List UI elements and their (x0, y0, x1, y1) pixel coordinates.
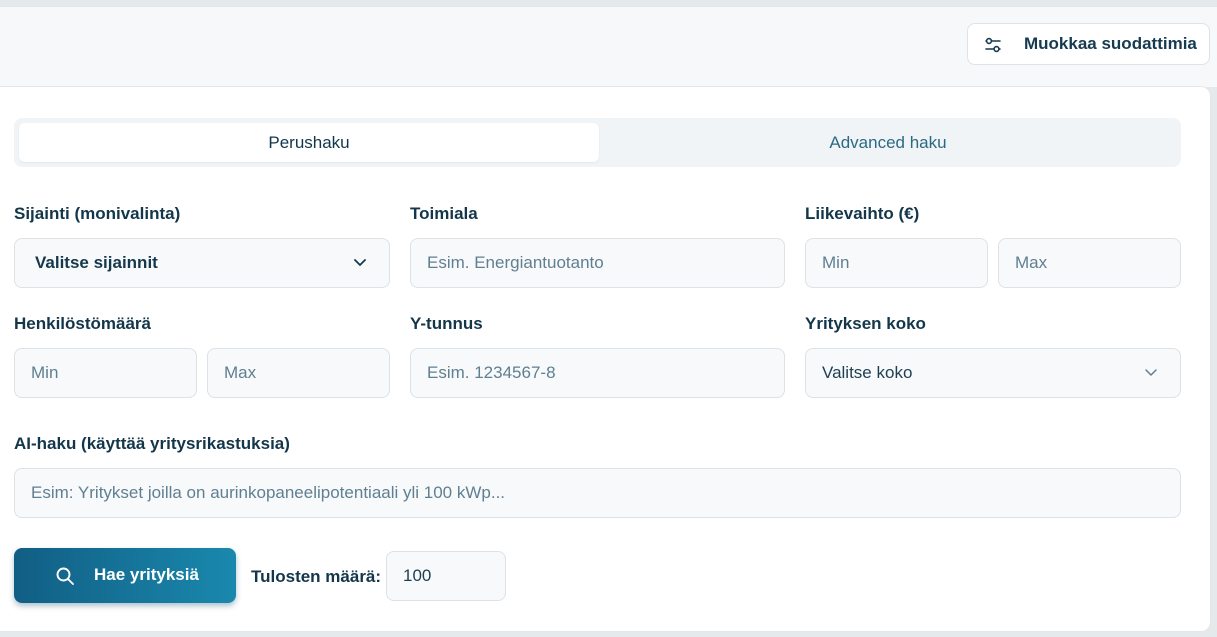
employees-max-input[interactable]: Max (207, 348, 390, 398)
employees-max-placeholder: Max (224, 363, 257, 382)
tab-advanced-search[interactable]: Advanced haku (598, 123, 1178, 162)
industry-label: Toimiala (410, 204, 478, 223)
company-size-label: Yrityksen koko (805, 314, 926, 333)
edit-filters-label: Muokkaa suodattimia (1024, 34, 1197, 53)
top-toolbar: Muokkaa suodattimia (0, 6, 1217, 87)
company-size-value: Valitse koko (822, 363, 913, 382)
search-companies-label: Hae yrityksiä (94, 565, 199, 584)
industry-placeholder: Esim. Energiantuotanto (427, 253, 604, 272)
search-icon (56, 567, 74, 585)
location-select-value: Valitse sijainnit (35, 253, 158, 272)
result-count-label: Tulosten määrä: (251, 567, 382, 586)
revenue-max-input[interactable]: Max (998, 238, 1181, 288)
result-count-input[interactable]: 100 (386, 551, 506, 601)
employees-min-input[interactable]: Min (14, 348, 197, 398)
revenue-max-placeholder: Max (1015, 253, 1048, 272)
revenue-min-placeholder: Min (822, 253, 850, 272)
company-size-select[interactable]: Valitse koko (805, 348, 1181, 398)
industry-input[interactable]: Esim. Energiantuotanto (410, 238, 785, 288)
chevron-down-icon (1145, 369, 1157, 376)
chevron-down-icon (354, 259, 366, 266)
business-id-placeholder: Esim. 1234567-8 (427, 363, 556, 382)
search-companies-button[interactable]: Hae yrityksiä (14, 548, 236, 603)
search-card: Perushaku Advanced haku Sijainti (moniva… (0, 86, 1211, 632)
location-select[interactable]: Valitse sijainnit (14, 238, 390, 288)
location-label: Sijainti (monivalinta) (14, 204, 181, 223)
business-id-label: Y-tunnus (410, 314, 483, 333)
ai-search-label: AI-haku (käyttää yritysrikastuksia) (14, 434, 290, 453)
revenue-min-input[interactable]: Min (805, 238, 988, 288)
result-count-value: 100 (403, 566, 432, 585)
tab-basic-search[interactable]: Perushaku (19, 123, 599, 162)
employees-label: Henkilöstömäärä (14, 314, 151, 333)
edit-filters-button[interactable]: Muokkaa suodattimia (967, 23, 1210, 65)
employees-min-placeholder: Min (31, 363, 59, 382)
sliders-icon (985, 37, 1001, 53)
search-mode-tabs: Perushaku Advanced haku (14, 118, 1181, 167)
business-id-input[interactable]: Esim. 1234567-8 (410, 348, 785, 398)
ai-search-input[interactable]: Esim: Yritykset joilla on aurinkopaneeli… (14, 468, 1181, 518)
revenue-label: Liikevaihto (€) (805, 204, 920, 223)
ai-search-placeholder: Esim: Yritykset joilla on aurinkopaneeli… (31, 483, 506, 502)
